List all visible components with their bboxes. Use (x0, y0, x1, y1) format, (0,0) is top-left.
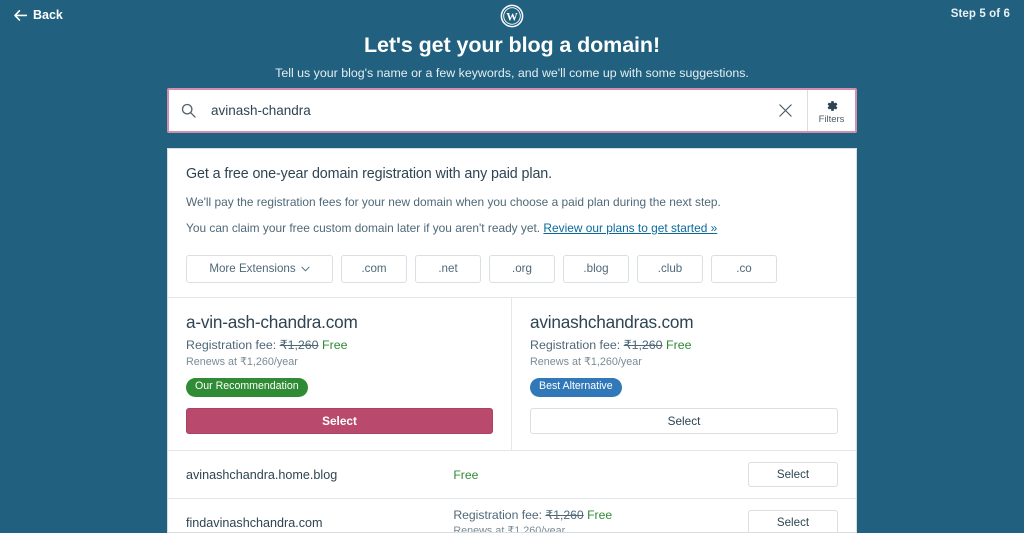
select-button[interactable]: Select (748, 510, 838, 532)
extension-chip-label: .blog (583, 262, 609, 276)
domain-name: findavinashchandra.com (186, 515, 323, 530)
promo-line-2: You can claim your free custom domain la… (186, 220, 838, 236)
filters-label: Filters (818, 113, 845, 125)
close-icon (778, 104, 792, 117)
price-line: Registration fee: ₹1,260 Free Renews at … (453, 508, 748, 533)
price-free: Free (587, 508, 613, 523)
chevron-down-icon (301, 266, 310, 271)
price-line: Free (453, 468, 748, 482)
domain-selection-page: Back W Step 5 of 6 Let's get your blog a… (0, 0, 1024, 533)
promo-line-2-text: You can claim your free custom domain la… (186, 220, 541, 235)
price-prefix: Registration fee: (186, 338, 277, 353)
extension-chip-org[interactable]: .org (489, 254, 555, 283)
domain-name: avinashchandras.com (530, 311, 694, 332)
extension-chip-club[interactable]: .club (637, 254, 703, 283)
filters-button[interactable]: Filters (807, 90, 855, 131)
select-button[interactable]: Select (530, 408, 838, 435)
extension-chip-more[interactable]: More Extensions (186, 254, 333, 283)
search-input[interactable] (207, 90, 763, 131)
extension-chip-label: .co (736, 262, 752, 276)
renewal-note: Renews at ₹1,260/year (530, 356, 642, 369)
featured-domains: a-vin-ash-chandra.com Registration fee: … (168, 297, 856, 452)
domain-name: avinashchandra.home.blog (186, 467, 338, 482)
extension-chip-com[interactable]: .com (341, 254, 407, 283)
suggestion-row: findavinashchandra.com Registration fee:… (168, 499, 856, 533)
extension-chip-label: .club (657, 262, 683, 276)
extension-chip-co[interactable]: .co (711, 254, 777, 283)
wordpress-logo: W (500, 4, 524, 28)
promo-banner: Get a free one-year domain registration … (168, 149, 856, 249)
price-prefix: Registration fee: (530, 338, 621, 353)
price-line: Registration fee: ₹1,260 Free (530, 337, 838, 352)
price-original: ₹1,260 (545, 508, 584, 523)
gear-icon (827, 100, 837, 111)
promo-title: Get a free one-year domain registration … (186, 166, 553, 182)
extension-filter-row: More Extensions .com .net .org .blog .cl… (168, 249, 856, 298)
featured-domain-card: avinashchandras.com Registration fee: ₹1… (512, 298, 856, 450)
extension-chip-blog[interactable]: .blog (563, 254, 629, 283)
review-plans-link[interactable]: Review our plans to get started » (543, 221, 717, 235)
extension-chip-label: .com (361, 262, 387, 276)
back-button[interactable]: Back (10, 6, 67, 24)
price-line: Registration fee: ₹1,260 Free (186, 337, 493, 352)
price-original: ₹1,260 (623, 338, 663, 353)
step-indicator: Step 5 of 6 (950, 8, 1010, 20)
arrow-left-icon (14, 9, 27, 21)
status-badge: Our Recommendation (186, 378, 308, 398)
status-badge: Best Alternative (530, 378, 622, 398)
search-section: Filters (167, 88, 857, 133)
page-title: Let's get your blog a domain! (363, 33, 661, 57)
search-icon (169, 90, 207, 131)
top-bar: Back W Step 5 of 6 (0, 0, 1024, 30)
extension-chip-label: .org (512, 262, 532, 276)
results-card: Get a free one-year domain registration … (167, 148, 857, 533)
select-button[interactable]: Select (186, 408, 493, 435)
search-box: Filters (167, 88, 857, 133)
price-original: ₹1,260 (279, 338, 319, 353)
back-label: Back (33, 8, 63, 22)
extension-chip-net[interactable]: .net (415, 254, 481, 283)
suggestion-row: avinashchandra.home.blog Free Select (168, 451, 856, 500)
price-free: Free (322, 338, 348, 353)
promo-line-1: We'll pay the registration fees for your… (186, 194, 721, 209)
price-free: Free (453, 467, 479, 482)
extension-chip-label: More Extensions (209, 262, 296, 276)
price-free: Free (666, 338, 692, 353)
heading-section: Let's get your blog a domain! Tell us yo… (0, 32, 1024, 81)
renewal-note: Renews at ₹1,260/year (186, 356, 298, 369)
price-prefix: Registration fee: (453, 508, 543, 523)
svg-text:W: W (506, 11, 518, 23)
renewal-note: Renews at ₹1,260/year (453, 525, 566, 533)
extension-chip-label: .net (438, 262, 458, 276)
page-subtitle: Tell us your blog's name or a few keywor… (275, 65, 749, 80)
select-button[interactable]: Select (748, 462, 838, 488)
clear-search-button[interactable] (763, 90, 807, 131)
domain-name: a-vin-ash-chandra.com (186, 311, 358, 332)
featured-domain-card: a-vin-ash-chandra.com Registration fee: … (168, 297, 512, 451)
